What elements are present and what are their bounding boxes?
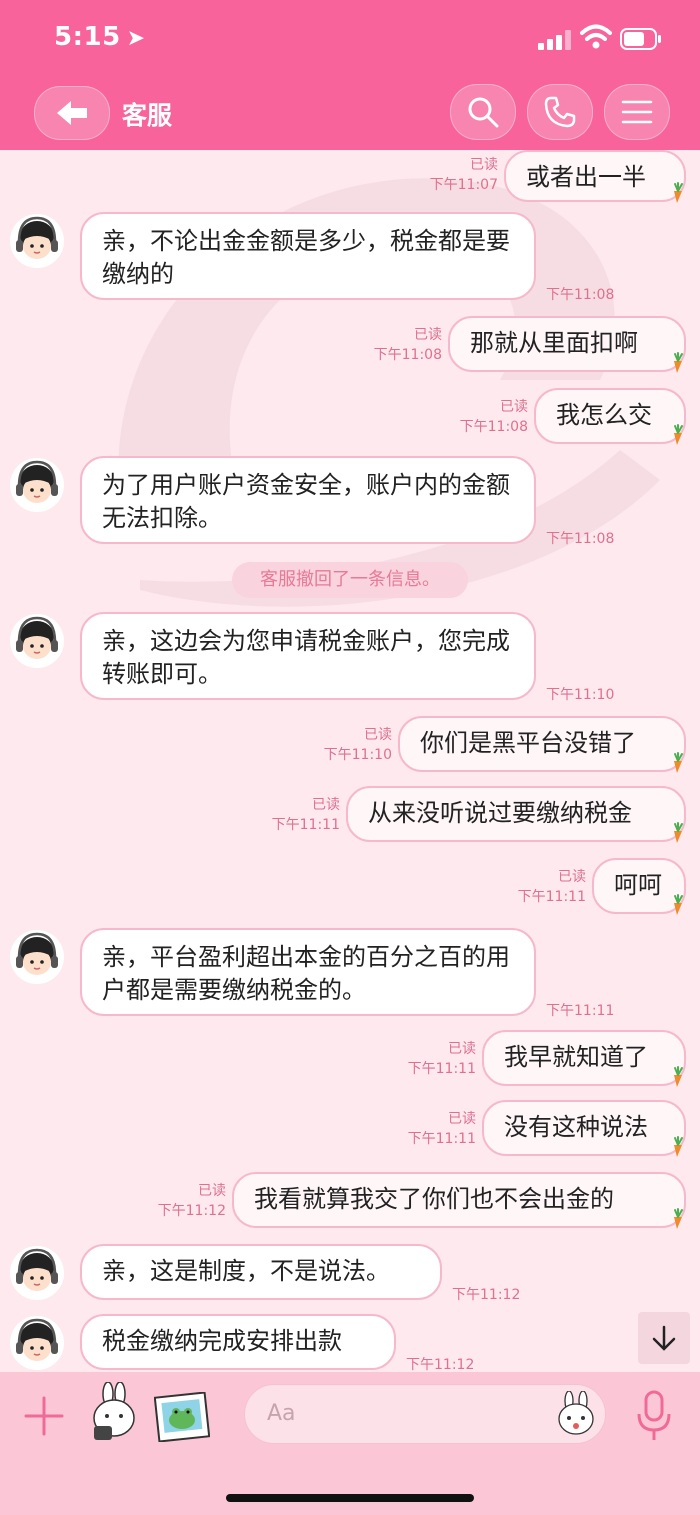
read-receipt: 已读 <box>198 1183 226 1199</box>
status-bar: 5:15 ➤ <box>0 0 700 78</box>
scroll-to-bottom-button[interactable] <box>638 1312 690 1364</box>
agent-avatar[interactable] <box>10 1316 64 1370</box>
read-receipt: 已读 <box>470 157 498 173</box>
outgoing-message-bubble[interactable]: 那就从里面扣啊 <box>448 316 686 372</box>
call-button[interactable] <box>527 84 593 140</box>
incoming-message-bubble[interactable]: 为了用户账户资金安全，账户内的金额无法扣除。 <box>80 456 536 544</box>
carrot-icon <box>668 182 688 204</box>
agent-avatar[interactable] <box>10 214 64 268</box>
message-timestamp: 下午11:08 <box>546 287 615 303</box>
carrot-icon <box>668 822 688 844</box>
message-timestamp: 下午11:11 <box>517 889 586 905</box>
message-timestamp: 下午11:12 <box>157 1203 226 1219</box>
menu-button[interactable] <box>604 84 670 140</box>
agent-avatar[interactable] <box>10 1246 64 1300</box>
carrot-icon <box>668 894 688 916</box>
outgoing-message-bubble[interactable]: 你们是黑平台没错了 <box>398 716 686 772</box>
incoming-message-bubble[interactable]: 亲，不论出金金额是多少，税金都是要缴纳的 <box>80 212 536 300</box>
read-receipt: 已读 <box>448 1041 476 1057</box>
home-indicator <box>226 1494 474 1502</box>
back-button[interactable] <box>34 86 110 140</box>
location-arrow-icon: ➤ <box>126 26 146 51</box>
outgoing-message-bubble[interactable]: 我看就算我交了你们也不会出金的 <box>232 1172 686 1228</box>
message-timestamp: 下午11:10 <box>323 747 392 763</box>
read-receipt: 已读 <box>448 1111 476 1127</box>
incoming-message-bubble[interactable]: 税金缴纳完成安排出款 <box>80 1314 396 1370</box>
message-timestamp: 下午11:11 <box>407 1131 476 1147</box>
message-timestamp: 下午11:08 <box>459 419 528 435</box>
outgoing-message-bubble[interactable]: 我怎么交 <box>534 388 686 444</box>
message-timestamp: 下午11:11 <box>407 1061 476 1077</box>
carrot-icon <box>668 1066 688 1088</box>
carrot-icon <box>668 424 688 446</box>
search-icon <box>468 97 499 128</box>
message-timestamp: 下午11:12 <box>452 1287 521 1303</box>
incoming-message-bubble[interactable]: 亲，这是制度，不是说法。 <box>80 1244 442 1300</box>
plus-icon[interactable] <box>22 1394 66 1438</box>
phone-icon <box>544 96 576 128</box>
read-receipt: 已读 <box>364 727 392 743</box>
message-timestamp: 下午11:08 <box>373 347 442 363</box>
bunny-emoji-icon[interactable] <box>553 1391 599 1437</box>
status-time: 5:15 ➤ <box>54 22 146 52</box>
arrow-down-icon <box>652 1325 676 1351</box>
agent-avatar[interactable] <box>10 614 64 668</box>
message-input-placeholder: Aa <box>267 1401 296 1426</box>
message-timestamp: 下午11:07 <box>429 177 498 193</box>
chat-title: 客服 <box>122 101 173 130</box>
agent-avatar[interactable] <box>10 458 64 512</box>
frog-photo-icon[interactable] <box>154 1392 210 1442</box>
hamburger-menu-icon <box>621 100 653 124</box>
outgoing-message-bubble[interactable]: 没有这种说法 <box>482 1100 686 1156</box>
system-message: 客服撤回了一条信息。 <box>232 562 468 598</box>
incoming-message-bubble[interactable]: 亲，平台盈利超出本金的百分之百的用户都是需要缴纳税金的。 <box>80 928 536 1016</box>
agent-avatar[interactable] <box>10 930 64 984</box>
carrot-icon <box>668 1208 688 1230</box>
incoming-message-bubble[interactable]: 亲，这边会为您申请税金账户，您完成转账即可。 <box>80 612 536 700</box>
message-timestamp: 下午11:11 <box>271 817 340 833</box>
battery-icon <box>620 28 661 50</box>
message-input[interactable]: Aa <box>244 1384 606 1444</box>
read-receipt: 已读 <box>500 399 528 415</box>
message-timestamp: 下午11:11 <box>546 1003 615 1019</box>
carrot-icon <box>668 752 688 774</box>
chat-header: 客服 <box>0 78 700 150</box>
outgoing-message-bubble[interactable]: 我早就知道了 <box>482 1030 686 1086</box>
bunny-sticker-icon[interactable] <box>86 1382 144 1446</box>
read-receipt: 已读 <box>312 797 340 813</box>
read-receipt: 已读 <box>414 327 442 343</box>
arrow-left-icon <box>57 101 87 125</box>
read-receipt: 已读 <box>558 869 586 885</box>
message-timestamp: 下午11:08 <box>546 531 615 547</box>
wifi-icon <box>580 24 612 49</box>
cellular-signal-icon <box>538 30 571 50</box>
carrot-icon <box>668 352 688 374</box>
clock-text: 5:15 <box>54 22 121 52</box>
outgoing-message-bubble[interactable]: 或者出一半 <box>504 150 686 202</box>
carrot-icon <box>668 1136 688 1158</box>
message-timestamp: 下午11:10 <box>546 687 615 703</box>
outgoing-message-bubble[interactable]: 从来没听说过要缴纳税金 <box>346 786 686 842</box>
search-button[interactable] <box>450 84 516 140</box>
chat-messages[interactable]: 或者出一半 已读 下午11:07 下午11:08 亲，不论出金金额是多少，税金都是要缴纳… <box>0 150 700 1373</box>
microphone-icon[interactable] <box>634 1390 674 1442</box>
